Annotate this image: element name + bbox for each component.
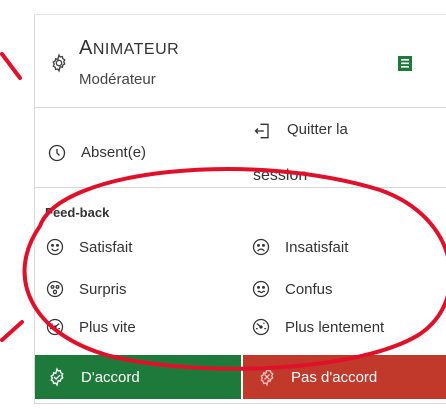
disagree-label: Pas d'accord <box>291 368 378 386</box>
agree-button[interactable]: D'accord <box>35 355 241 399</box>
moderator-panel: ANIMATEUR Modérateur Absent(e) Quitter l… <box>34 14 446 404</box>
divider <box>35 187 446 188</box>
role-subtitle: Modérateur <box>79 71 156 88</box>
agree-icon <box>50 367 64 387</box>
role-title-initial: A <box>79 37 93 59</box>
feedback-dissatisfied[interactable]: Insatisfait <box>251 235 348 259</box>
surprised-icon <box>46 280 64 298</box>
feedback-label: Insatisfait <box>285 238 349 256</box>
speed-slow-icon <box>252 318 270 336</box>
feedback-faster[interactable]: Plus vite <box>45 315 136 339</box>
role-title: ANIMATEUR <box>79 37 179 60</box>
feedback-label: Plus lentement <box>285 318 385 336</box>
annotation-arrow-top <box>0 52 22 80</box>
quit-session-button[interactable]: Quitter la <box>253 121 348 141</box>
frown-icon <box>252 238 270 256</box>
quit-label-line1: Quitter la <box>287 121 348 138</box>
confused-icon <box>252 280 270 298</box>
divider <box>35 107 446 108</box>
agree-label: D'accord <box>81 368 140 386</box>
disagree-button[interactable]: Pas d'accord <box>243 355 446 399</box>
annotation-arrow-bottom <box>0 320 24 342</box>
role-title-rest: NIMATEUR <box>92 41 180 58</box>
feedback-title: Feed-back <box>45 205 110 220</box>
feedback-satisfied[interactable]: Satisfait <box>45 235 132 259</box>
feedback-label: Plus vite <box>79 318 136 336</box>
panel-header: ANIMATEUR Modérateur <box>35 15 446 105</box>
clock-icon <box>48 144 66 162</box>
feedback-confused[interactable]: Confus <box>251 277 333 301</box>
feedback-label: Satisfait <box>79 238 133 256</box>
feedback-label: Surpris <box>79 280 127 298</box>
exit-icon <box>254 123 269 139</box>
quit-label-line2: session <box>253 167 308 184</box>
absent-label: Absent(e) <box>81 144 147 161</box>
smile-icon <box>46 238 64 256</box>
speed-fast-icon <box>46 318 64 336</box>
gear-icon[interactable] <box>49 53 69 73</box>
status-row: Absent(e) Quitter la session <box>35 113 446 185</box>
feedback-slower[interactable]: Plus lentement <box>251 315 384 339</box>
absent-button[interactable]: Absent(e) <box>47 143 146 164</box>
list-icon[interactable] <box>397 55 413 72</box>
feedback-surprised[interactable]: Surpris <box>45 277 127 301</box>
feedback-label: Confus <box>285 280 333 298</box>
disagree-icon <box>260 367 274 387</box>
